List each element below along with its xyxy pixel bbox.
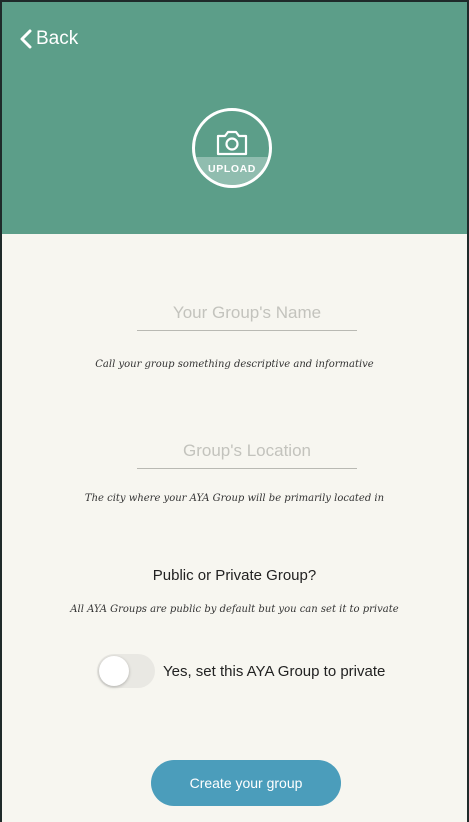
header: Back UPLOAD — [2, 2, 467, 234]
create-group-button[interactable]: Create your group — [151, 760, 341, 806]
upload-label: UPLOAD — [208, 163, 256, 175]
camera-icon — [216, 130, 248, 156]
toggle-knob — [99, 656, 129, 686]
group-location-hint: The city where your AYA Group will be pr… — [84, 493, 385, 504]
create-group-screen: Back UPLOAD Call your group something de… — [0, 0, 469, 822]
private-toggle[interactable] — [97, 654, 155, 688]
group-location-input[interactable] — [137, 434, 357, 469]
privacy-title: Public or Private Group? — [152, 567, 317, 584]
private-toggle-label: Yes, set this AYA Group to private — [163, 662, 386, 680]
private-toggle-row: Yes, set this AYA Group to private — [97, 654, 385, 688]
chevron-left-icon — [20, 29, 32, 49]
back-label: Back — [36, 28, 79, 49]
privacy-hint: All AYA Groups are public by default but… — [70, 604, 399, 615]
back-button[interactable]: Back — [20, 28, 78, 50]
group-name-input[interactable] — [137, 296, 357, 331]
group-name-hint: Call your group something descriptive an… — [95, 359, 374, 370]
upload-photo-button[interactable]: UPLOAD — [192, 108, 272, 188]
upload-band: UPLOAD — [195, 157, 269, 185]
